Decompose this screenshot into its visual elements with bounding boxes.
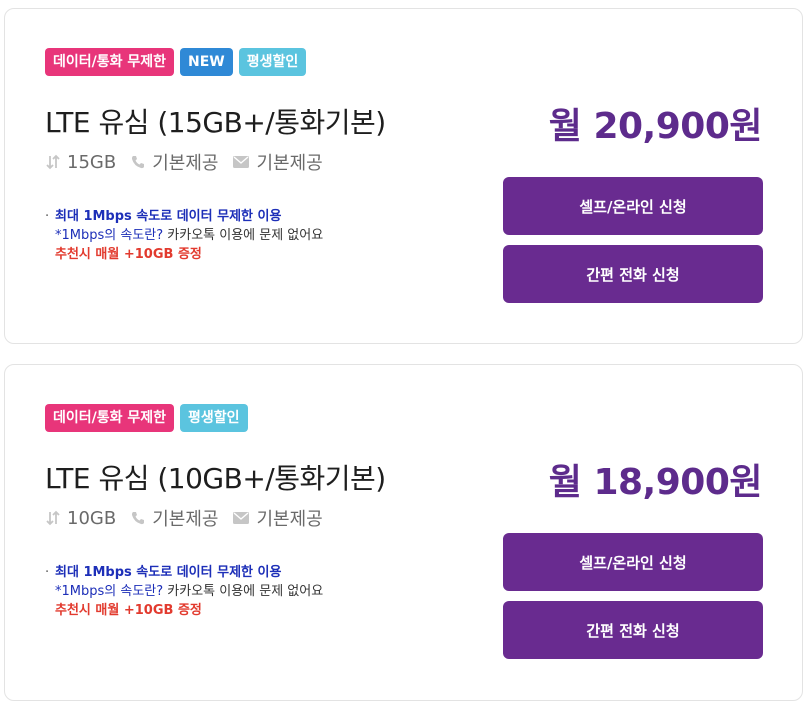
bullet-icon: · (45, 209, 50, 224)
speed-note: *1Mbps의 속도란? 카카오톡 이용에 문제 없어요 (45, 226, 323, 245)
unlimited-note: 최대 1Mbps 속도로 데이터 무제한 이용 (55, 209, 282, 224)
plan-card: 데이터/통화 무제한 평생할인 LTE 유심 (10GB+/통화기본) 월 18… (4, 364, 803, 701)
data-arrows-icon (46, 510, 60, 526)
call-spec: 기본제공 (130, 505, 218, 531)
badge-group: 데이터/통화 무제한 평생할인 (45, 404, 248, 432)
sms-value: 기본제공 (256, 153, 323, 174)
phone-icon (132, 512, 145, 525)
referral-note: 추천시 매월 +10GB 증정 (55, 247, 202, 262)
bullet-icon: · (45, 565, 50, 580)
referral-note: 추천시 매월 +10GB 증정 (55, 603, 202, 618)
unlimited-badge: 데이터/통화 무제한 (45, 404, 175, 432)
speed-note-text: 카카오톡 이용에 문제 없어요 (163, 228, 324, 243)
phone-icon (132, 156, 145, 169)
plan-price: 월 20,900원 (548, 106, 763, 147)
data-amount: 10GB (67, 507, 117, 529)
plan-title: LTE 유심 (10GB+/통화기본) (45, 462, 386, 495)
phone-apply-button[interactable]: 간편 전화 신청 (503, 245, 763, 303)
speed-note: *1Mbps의 속도란? 카카오톡 이용에 문제 없어요 (45, 582, 323, 601)
envelope-icon (233, 512, 250, 524)
plan-price: 월 18,900원 (548, 462, 763, 503)
data-amount: 15GB (67, 151, 117, 173)
envelope-icon (233, 156, 250, 168)
call-value: 기본제공 (152, 509, 219, 530)
sms-spec: 기본제공 (232, 149, 323, 175)
badge-group: 데이터/통화 무제한 NEW 평생할인 (45, 48, 307, 76)
speed-note-link[interactable]: *1Mbps의 속도란? (55, 228, 163, 243)
sms-value: 기본제공 (256, 509, 323, 530)
speed-note-link[interactable]: *1Mbps의 속도란? (55, 584, 163, 599)
new-badge: NEW (180, 48, 233, 76)
data-spec: 15GB (45, 152, 116, 173)
online-apply-button[interactable]: 셀프/온라인 신청 (503, 177, 763, 235)
lifetime-discount-badge: 평생할인 (238, 48, 307, 76)
online-apply-button[interactable]: 셀프/온라인 신청 (503, 533, 763, 591)
plan-card: 데이터/통화 무제한 NEW 평생할인 LTE 유심 (15GB+/통화기본) … (4, 8, 803, 344)
speed-note-text: 카카오톡 이용에 문제 없어요 (163, 584, 324, 599)
unlimited-badge: 데이터/통화 무제한 (45, 48, 175, 76)
plan-notes: · 최대 1Mbps 속도로 데이터 무제한 이용 *1Mbps의 속도란? 카… (45, 563, 323, 620)
plan-specs: 15GB 기본제공 기본제공 (45, 149, 337, 175)
call-value: 기본제공 (152, 153, 219, 174)
sms-spec: 기본제공 (232, 505, 323, 531)
phone-apply-button[interactable]: 간편 전화 신청 (503, 601, 763, 659)
plan-specs: 10GB 기본제공 기본제공 (45, 505, 337, 531)
data-spec: 10GB (45, 508, 116, 529)
lifetime-discount-badge: 평생할인 (180, 404, 248, 432)
plan-notes: · 최대 1Mbps 속도로 데이터 무제한 이용 *1Mbps의 속도란? 카… (45, 207, 323, 264)
unlimited-note: 최대 1Mbps 속도로 데이터 무제한 이용 (55, 565, 282, 580)
call-spec: 기본제공 (130, 149, 218, 175)
data-arrows-icon (46, 154, 60, 170)
plan-title: LTE 유심 (15GB+/통화기본) (45, 106, 386, 139)
